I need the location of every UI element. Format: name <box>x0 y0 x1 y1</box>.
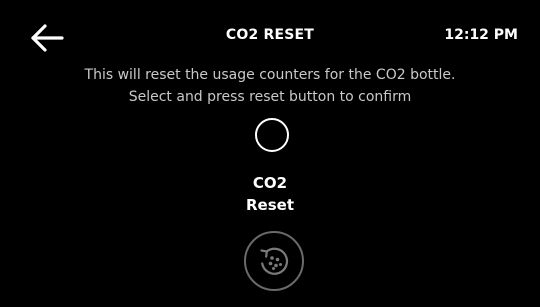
option-label-line-2: Reset <box>246 196 294 214</box>
description: This will reset the usage counters for t… <box>0 64 540 108</box>
clock: 12:12 PM <box>444 27 518 43</box>
reset-button[interactable] <box>244 231 304 291</box>
option-label-line-1: CO2 <box>252 174 288 192</box>
description-line-2: Select and press reset button to confirm <box>128 89 412 105</box>
reset-icon <box>260 247 289 275</box>
co2-reset-radio[interactable] <box>255 118 289 152</box>
co2-reset-label: CO2 Reset <box>0 172 540 216</box>
description-line-1: This will reset the usage counters for t… <box>84 67 456 83</box>
screen: CO2 RESET 12:12 PM This will reset the u… <box>0 0 540 307</box>
